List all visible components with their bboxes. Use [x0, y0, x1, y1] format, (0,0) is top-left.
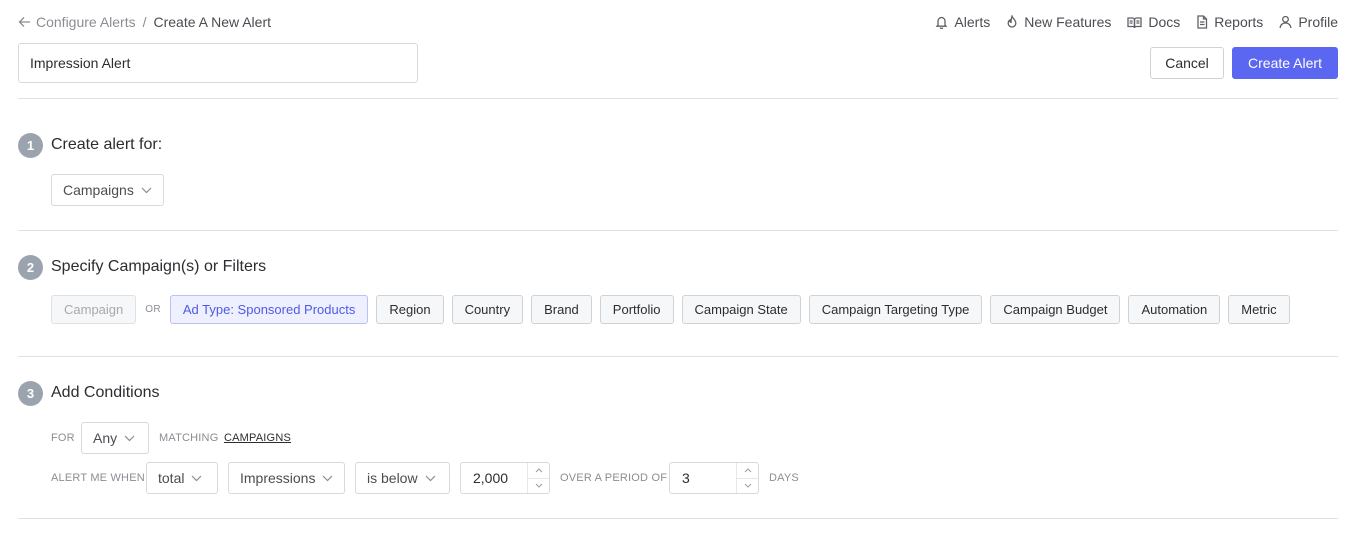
campaign-picker[interactable]: Campaign: [51, 295, 137, 324]
step-2-title: Specify Campaign(s) or Filters: [51, 258, 267, 275]
step-2-badge: 2: [18, 255, 43, 280]
divider: [18, 518, 1338, 519]
aggregate-value: total: [158, 470, 185, 486]
filter-chip-portfolio[interactable]: Portfolio: [599, 295, 674, 324]
period-unit-label: DAYS: [769, 472, 799, 484]
period-stepper: [736, 463, 758, 493]
chevron-down-icon: [141, 187, 152, 194]
nav-reports-label: Reports: [1214, 14, 1264, 30]
matching-label: MATCHING: [159, 432, 219, 444]
for-value: Any: [93, 430, 118, 446]
metric-select[interactable]: Impressions: [228, 462, 345, 494]
breadcrumb: Configure Alerts / Create A New Alert: [18, 14, 271, 30]
book-icon: [1127, 16, 1143, 28]
alert-entity-value: Campaigns: [63, 182, 134, 198]
breadcrumb-separator: /: [142, 14, 147, 30]
create-alert-button[interactable]: Create Alert: [1232, 47, 1338, 79]
metric-value: Impressions: [240, 470, 316, 486]
chevron-down-icon: [124, 435, 135, 442]
period-input[interactable]: 3: [669, 462, 759, 494]
alert-entity-select[interactable]: Campaigns: [51, 174, 164, 206]
filter-bar: Campaign OR Ad Type: Sponsored Products …: [51, 295, 1298, 324]
nav-profile[interactable]: Profile: [1279, 14, 1338, 30]
threshold-stepper: [527, 463, 549, 493]
filter-chip-metric[interactable]: Metric: [1228, 295, 1290, 324]
nav-profile-label: Profile: [1298, 14, 1338, 30]
alert-when-label: ALERT ME WHEN: [51, 472, 145, 484]
divider: [18, 356, 1338, 357]
filter-chip-region[interactable]: Region: [376, 295, 444, 324]
filter-chip-campaign-targeting-type[interactable]: Campaign Targeting Type: [808, 295, 983, 324]
filter-chip-campaign-budget[interactable]: Campaign Budget: [990, 295, 1121, 324]
step-1-badge: 1: [18, 133, 43, 158]
breadcrumb-current: Create A New Alert: [153, 14, 272, 30]
breadcrumb-back-link[interactable]: Configure Alerts: [18, 14, 136, 30]
divider: [18, 98, 1338, 99]
user-icon: [1279, 15, 1292, 29]
period-label: OVER A PERIOD OF: [560, 472, 668, 484]
nav-docs[interactable]: Docs: [1127, 14, 1180, 30]
aggregate-select[interactable]: total: [146, 462, 218, 494]
chevron-down-icon: [322, 475, 333, 482]
flame-icon: [1007, 15, 1017, 28]
operator-value: is below: [367, 470, 418, 486]
for-select[interactable]: Any: [81, 422, 149, 454]
filter-chip-brand[interactable]: Brand: [531, 295, 592, 324]
chevron-down-icon: [191, 475, 202, 482]
chevron-up-icon[interactable]: [737, 463, 758, 479]
chevron-down-icon: [425, 475, 436, 482]
nav-new-features[interactable]: New Features: [1006, 14, 1111, 30]
nav-docs-label: Docs: [1148, 14, 1181, 30]
breadcrumb-parent[interactable]: Configure Alerts: [36, 14, 136, 30]
chevron-up-icon[interactable]: [528, 463, 549, 479]
step-3-title: Add Conditions: [51, 384, 160, 401]
nav-alerts[interactable]: Alerts: [935, 14, 990, 30]
top-nav: Alerts New Features Docs Reports Profile: [935, 14, 1338, 30]
divider: [18, 230, 1338, 231]
period-value: 3: [682, 470, 690, 486]
matching-entity-link[interactable]: CAMPAIGNS: [224, 432, 291, 444]
bell-icon: [936, 16, 948, 29]
document-icon: [1197, 15, 1208, 29]
alert-name-input[interactable]: [18, 43, 418, 83]
filter-chip-automation[interactable]: Automation: [1128, 295, 1221, 324]
chevron-down-icon[interactable]: [737, 479, 758, 494]
nav-alerts-label: Alerts: [954, 14, 991, 30]
for-label: FOR: [51, 432, 75, 444]
threshold-input[interactable]: 2,000: [460, 462, 550, 494]
filter-chip-country[interactable]: Country: [451, 295, 524, 324]
threshold-value: 2,000: [473, 470, 509, 486]
nav-reports[interactable]: Reports: [1196, 14, 1263, 30]
top-bar: Configure Alerts / Create A New Alert Al…: [18, 12, 1338, 32]
filter-chip-ad-type[interactable]: Ad Type: Sponsored Products: [169, 295, 369, 324]
filter-chip-campaign-state[interactable]: Campaign State: [681, 295, 801, 324]
operator-select[interactable]: is below: [355, 462, 450, 494]
cancel-button[interactable]: Cancel: [1150, 47, 1224, 79]
step-3-badge: 3: [18, 381, 43, 406]
arrow-left-icon: [18, 17, 30, 27]
step-1-title: Create alert for:: [51, 136, 163, 153]
chevron-down-icon[interactable]: [528, 479, 549, 494]
nav-new-features-label: New Features: [1024, 14, 1112, 30]
or-label: OR: [145, 304, 161, 315]
